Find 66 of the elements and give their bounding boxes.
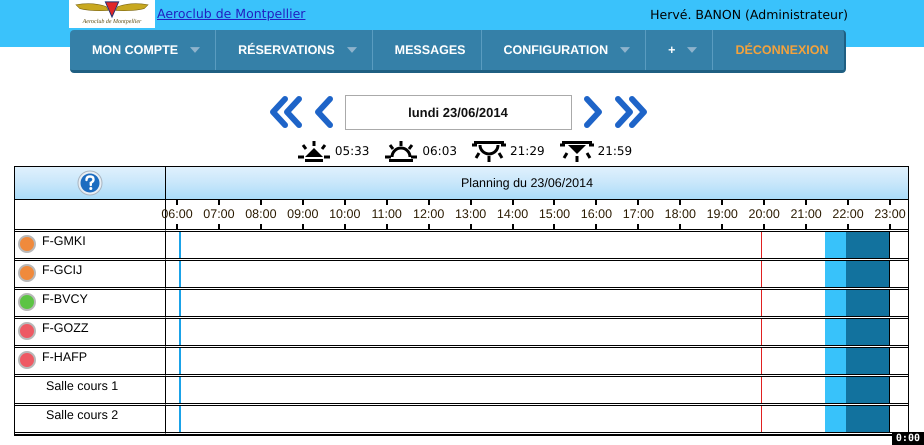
night-band (846, 319, 889, 345)
hour-label: 08:00 (245, 208, 277, 221)
double-left-arrow-icon[interactable] (268, 94, 302, 130)
sunrise-line (179, 319, 182, 345)
hour-label: 14:00 (496, 208, 528, 221)
hour-label: 23:00 (874, 208, 906, 221)
twilight-band (825, 377, 846, 403)
date-field[interactable]: lundi 23/06/2014 (344, 94, 572, 130)
time-badge: 0:00 (892, 432, 924, 445)
sun-time: 21:29 (510, 144, 545, 158)
site-link[interactable]: Aeroclub de Montpellier (157, 6, 306, 21)
twilight-band (825, 261, 846, 287)
nav-menu-item[interactable]: CONFIGURATION (482, 30, 646, 70)
room-name: Salle cours 1 (46, 379, 118, 393)
dusk-sun-icon (558, 139, 595, 163)
night-band (846, 406, 889, 432)
sunrise-icon (383, 139, 420, 163)
sun-time: 05:33 (334, 144, 370, 158)
aircraft-name: F-GOZZ (42, 321, 89, 335)
hour-label: 21:00 (790, 208, 822, 221)
sunset-icon (471, 139, 507, 163)
planning-title: Planning du 23/06/2014 (460, 176, 594, 190)
sunrise-line (179, 261, 182, 287)
hour-label: 07:00 (203, 208, 235, 221)
hour-label: 18:00 (664, 208, 696, 221)
aircraft-name: F-BVCY (42, 292, 88, 306)
twilight-band (825, 406, 846, 432)
nav-menu-item[interactable]: + (646, 30, 714, 70)
nav-menu-item[interactable]: MESSAGES (372, 30, 482, 70)
hour-label: 17:00 (622, 208, 654, 221)
night-band (846, 261, 889, 287)
sun-time: 21:59 (598, 144, 632, 158)
user-name: Hervé. BANON (Administrateur) (650, 7, 848, 22)
help-icon[interactable] (77, 170, 103, 196)
night-band (846, 377, 889, 403)
night-band (846, 348, 889, 374)
sunrise-line (179, 348, 182, 374)
twilight-band (825, 319, 846, 345)
hour-label: 16:00 (580, 208, 612, 221)
nav-menu-item[interactable]: MON COMPTE (70, 30, 216, 70)
hour-label: 15:00 (538, 208, 570, 221)
hour-label: 12:00 (413, 208, 444, 221)
aircraft-name: F-HAFP (42, 350, 88, 364)
nav-menu-item[interactable]: RÉSERVATIONS (216, 30, 373, 70)
hour-label: 20:00 (748, 208, 780, 221)
hour-label: 09:00 (287, 208, 318, 221)
hour-label: 10:00 (329, 208, 360, 221)
hour-label: 22:00 (832, 208, 864, 221)
hour-label: 19:00 (706, 208, 738, 221)
sunrise-line (179, 232, 182, 258)
hour-label: 13:00 (454, 208, 486, 221)
twilight-band (825, 348, 846, 374)
sun-time: 06:03 (422, 144, 457, 158)
sunrise-line (179, 290, 182, 316)
hour-label: 11:00 (372, 208, 402, 221)
aircraft-name: F-GCIJ (42, 263, 82, 277)
night-band (846, 232, 889, 258)
sunrise-line (179, 406, 182, 432)
dawn-sun-icon (296, 139, 332, 163)
sunrise-line (179, 377, 182, 403)
room-name: Salle cours 2 (46, 408, 118, 422)
night-band (846, 290, 889, 316)
twilight-band (825, 232, 846, 258)
aircraft-name: F-GMKI (42, 234, 86, 248)
twilight-band (825, 290, 846, 316)
double-right-arrow-icon[interactable] (614, 94, 648, 130)
